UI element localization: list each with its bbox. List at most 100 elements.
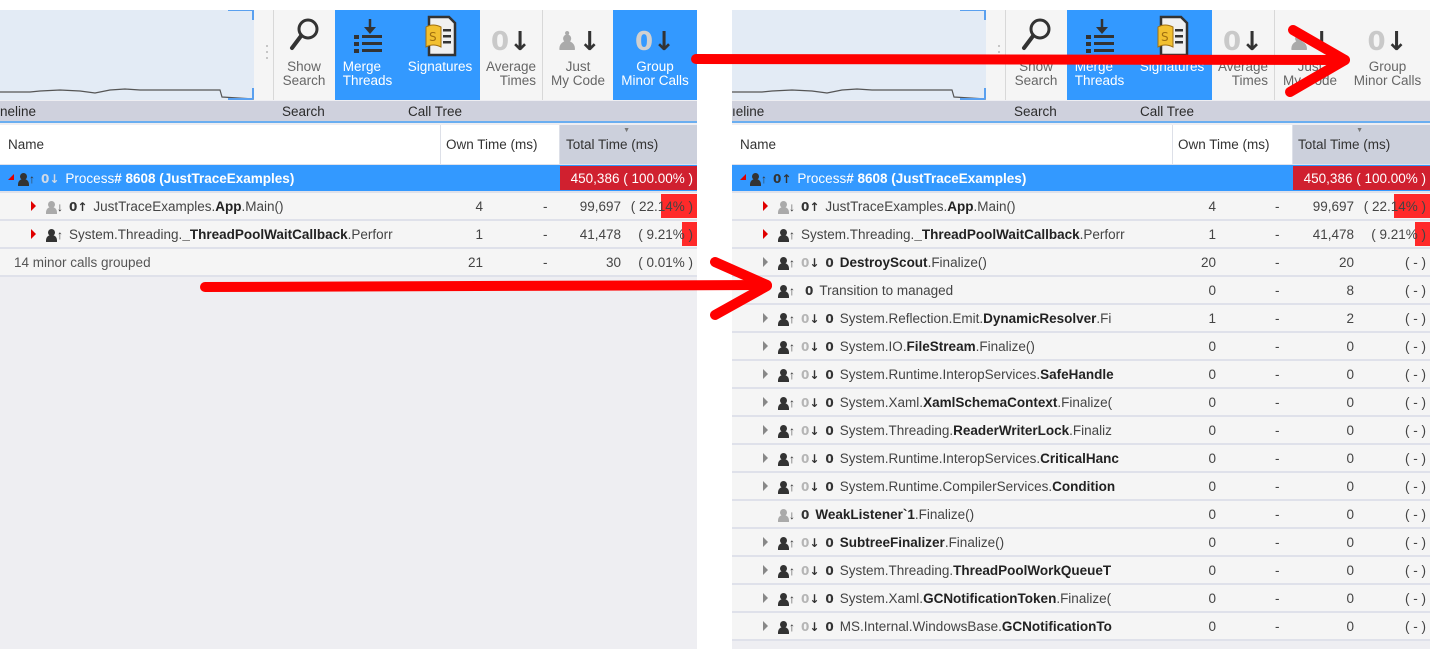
total-time-column-header[interactable]: Total Time (ms) [1298, 137, 1390, 152]
expand-arrow-icon[interactable] [763, 621, 768, 631]
table-row[interactable]: ↑ 0 ↓ 0 System.Xaml. GCNotificationToken .Fina… [732, 585, 1430, 613]
own-time-cell: 0 [1208, 591, 1216, 606]
average-times-button[interactable]: 0↓ Average Times [1212, 10, 1274, 100]
function-name: ↑ 0 ↓ 0 System.Threading. ReaderWriterLock .Fi… [778, 423, 1168, 438]
count-label: 0 [825, 255, 834, 270]
separator-dash: - [1275, 227, 1280, 242]
name-column-header[interactable]: Name [740, 137, 776, 152]
table-row[interactable]: ↑ 0 ↓ 0 DestroyScout .Finalize() 20-20( - ) [732, 249, 1430, 277]
total-time-cell: 99,697 [1312, 199, 1354, 214]
thread-person-icon: ↑ [778, 312, 795, 326]
table-row[interactable]: ↑ 0 ↓ 0 System.Reflection.Emit. DynamicResolv… [732, 305, 1430, 333]
thread-person-icon: ↑ [778, 284, 795, 298]
separator-dash: - [1275, 255, 1280, 270]
separator-dash: - [1275, 395, 1280, 410]
splitter-grip[interactable] [998, 45, 1001, 75]
table-row[interactable]: ↓ 0 WeakListener`1 .Finalize() 0-0( - ) [732, 501, 1430, 529]
group-minor-calls-button[interactable]: 0↓ Group Minor Calls [1345, 10, 1430, 100]
expand-arrow-icon[interactable] [763, 397, 768, 407]
zero-down-icon: 0↓ [491, 27, 531, 57]
group-minor-calls-button[interactable]: 0↓ Group Minor Calls [613, 10, 697, 100]
expand-arrow-icon[interactable] [763, 369, 768, 379]
table-row[interactable]: ↑ 0 ↓ 0 System.Runtime.InteropServices. SafeH… [732, 361, 1430, 389]
table-row[interactable]: ↑ 0 ↓ 0 System.Threading. ThreadPoolWorkQueue… [732, 557, 1430, 585]
expand-arrow-icon[interactable] [763, 313, 768, 323]
merge-threads-label: Merge Threads [342, 59, 393, 88]
expand-arrow-icon[interactable] [763, 229, 768, 239]
table-row[interactable]: ↑ 0 ↓ 0 System.Runtime.InteropServices. Criti… [732, 445, 1430, 473]
expand-arrow-icon[interactable] [763, 453, 768, 463]
count-label: 0 [825, 395, 834, 410]
table-row[interactable]: ↑ 0 ↓ 0 MS.Internal.WindowsBase. GCNotificati… [732, 613, 1430, 641]
own-time-column-header[interactable]: Own Time (ms) [1178, 137, 1270, 152]
hit-count-icon: 0 ↓ [801, 339, 820, 354]
table-row[interactable]: ↑ 0 ↓ 0 System.Threading. ReaderWriterLock .Fi… [732, 417, 1430, 445]
expand-arrow-icon[interactable] [763, 565, 768, 575]
name-column-header[interactable]: Name [8, 137, 44, 152]
expand-arrow-icon[interactable] [31, 201, 36, 211]
toolbar: Show Search Merge Threads S Signatures 0↓ … [732, 10, 1430, 100]
expand-arrow-icon[interactable] [763, 257, 768, 267]
hit-count-icon: 0 ↑ [69, 199, 88, 214]
table-row[interactable]: ↑ 0 ↓ 0 System.Runtime.CompilerServices. Cond… [732, 473, 1430, 501]
thread-person-icon: ↑ [46, 228, 63, 242]
expand-arrow-icon[interactable] [763, 201, 768, 211]
toolbar: Show Search Merge Threads S Signatures 0↓ … [0, 10, 697, 100]
total-time-cell: 2 [1346, 311, 1354, 326]
table-row-process[interactable]: ↑ 0 ↓ Process # 8608 (JustTraceExamples) 450… [0, 165, 697, 193]
own-time-cell: 4 [1208, 199, 1216, 214]
table-row[interactable]: ↑ 0 ↓ 0 System.Xaml. XamlSchemaContext .Finali… [732, 389, 1430, 417]
merge-threads-button[interactable]: Merge Threads [335, 10, 400, 100]
own-time-column-header[interactable]: Own Time (ms) [446, 137, 538, 152]
own-time-cell: 20 [1200, 255, 1216, 270]
table-row[interactable]: ↓ 0 ↑ JustTraceExamples. App .Main() 4-99,697(… [0, 193, 697, 221]
table-row[interactable]: ↑ System.Threading. _ThreadPoolWaitCallbac… [732, 221, 1430, 249]
table-row[interactable]: ↑ 0 ↓ 0 SubtreeFinalizer .Finalize() 0-0( - ) [732, 529, 1430, 557]
table-row[interactable]: 14 minor calls grouped 21 - 30 ( 0.01% ) [0, 249, 697, 277]
table-row[interactable]: ↑ 0 ↓ 0 System.IO. FileStream .Finalize() 0-0( … [732, 333, 1430, 361]
expand-arrow-icon[interactable] [763, 537, 768, 547]
total-time-cell: 450,386 ( 100.00% ) [570, 171, 693, 186]
hit-count-icon: 0 ↓ [801, 255, 820, 270]
show-search-button[interactable]: Show Search [274, 10, 334, 100]
call-tree-table: ▼ Name Own Time (ms) Total Time (ms) ↑ 0 ↓… [0, 125, 697, 649]
search-section-label: Search [1014, 104, 1057, 119]
magnifier-icon [1006, 10, 1066, 60]
just-my-code-button[interactable]: ♟↓ Just My Code [543, 10, 613, 100]
table-row[interactable]: ↓ 0 ↑ JustTraceExamples. App .Main() 4-99,697(… [732, 193, 1430, 221]
just-my-code-button[interactable]: ♟↓ Just My Code [1275, 10, 1345, 100]
hit-count-icon: 0 ↓ [801, 395, 820, 410]
table-row[interactable]: ↑ 0 Transition to managed 0-8( - ) [732, 277, 1430, 305]
expand-arrow-icon[interactable] [763, 425, 768, 435]
collapse-arrow-icon[interactable] [734, 174, 746, 180]
hit-count-icon: 0 ↓ [801, 479, 820, 494]
merge-threads-button[interactable]: Merge Threads [1067, 10, 1132, 100]
expand-arrow-icon[interactable] [763, 593, 768, 603]
timeline-section-label: neline [0, 104, 37, 119]
signatures-button[interactable]: S Signatures [1132, 10, 1212, 100]
signatures-label: Signatures [407, 59, 473, 74]
separator-dash: - [1275, 367, 1280, 382]
call-tree-section-label: Call Tree [408, 104, 463, 119]
expand-arrow-icon[interactable] [763, 481, 768, 491]
collapse-arrow-icon[interactable] [2, 174, 14, 180]
signatures-button[interactable]: S Signatures [400, 10, 480, 100]
total-time-cell: 450,386 ( 100.00% ) [1303, 171, 1426, 186]
own-time-cell: 21 [467, 255, 483, 270]
merge-threads-label: Merge Threads [1074, 59, 1125, 88]
thread-person-icon: ↑ [778, 536, 795, 550]
show-search-button[interactable]: Show Search [1006, 10, 1066, 100]
expand-arrow-icon[interactable] [31, 229, 36, 239]
total-time-cell: 0 [1346, 479, 1354, 494]
timeline-graph[interactable] [0, 10, 254, 100]
table-row[interactable]: ↑ System.Threading. _ThreadPoolWaitCallbac… [0, 221, 697, 249]
splitter-grip[interactable] [266, 45, 269, 75]
own-time-cell: 0 [1208, 563, 1216, 578]
expand-arrow-icon[interactable] [763, 341, 768, 351]
total-time-column-header[interactable]: Total Time (ms) [566, 137, 658, 152]
total-percent-cell: ( 22.14% ) [630, 199, 693, 214]
timeline-graph[interactable] [732, 10, 986, 100]
table-row-process[interactable]: ↑ 0 ↑ Process # 8608 (JustTraceExamples) 450… [732, 165, 1430, 193]
total-time-cell: 41,478 [579, 227, 621, 242]
average-times-button[interactable]: 0↓ Average Times [480, 10, 542, 100]
